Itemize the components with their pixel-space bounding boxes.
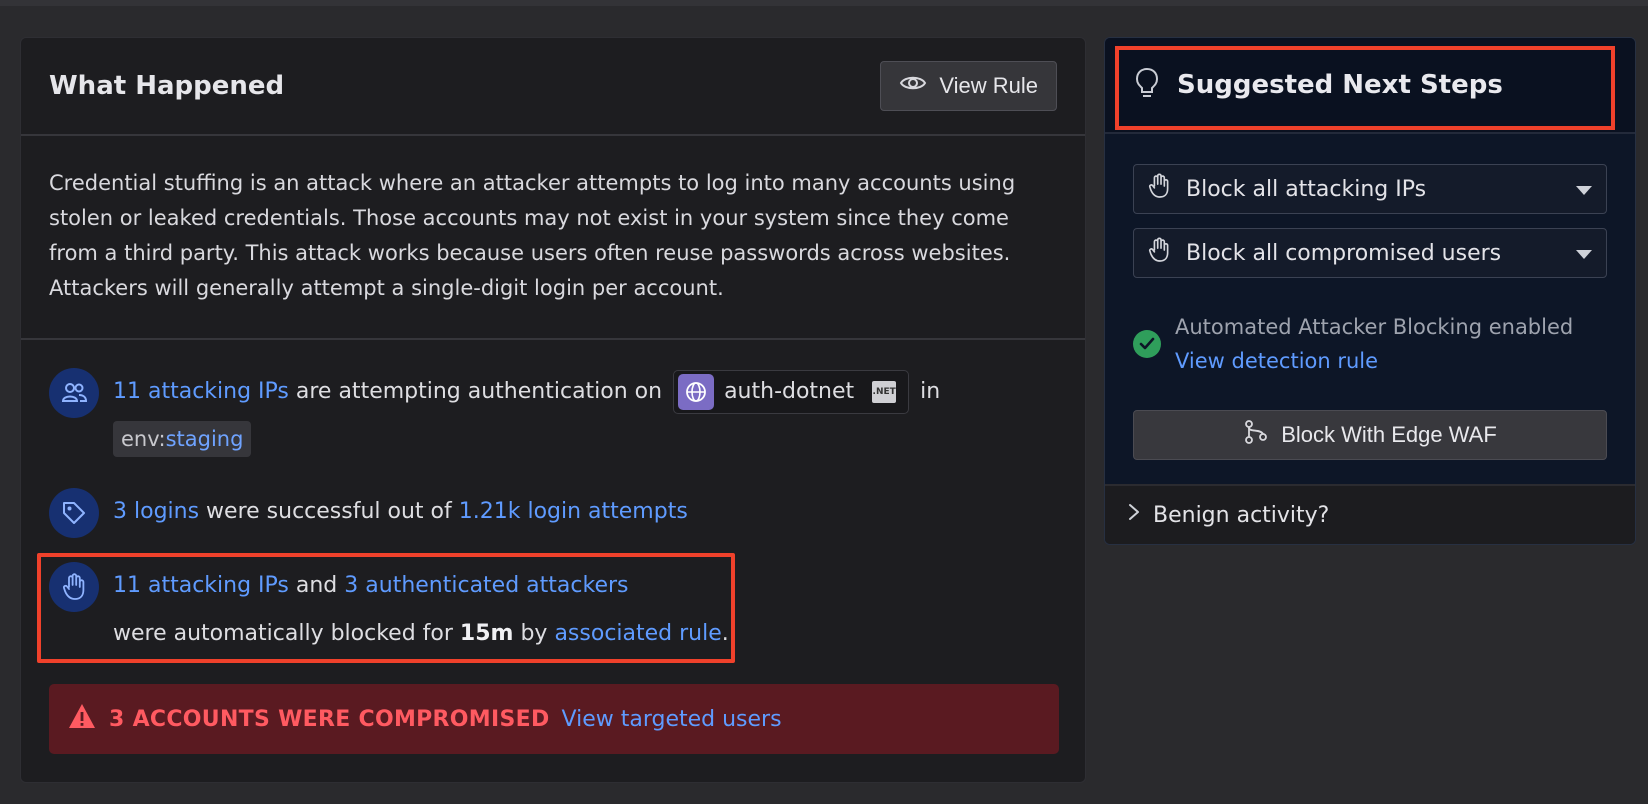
- next-steps-title: Suggested Next Steps: [1177, 70, 1503, 100]
- block-users-select[interactable]: Block all compromised users: [1133, 228, 1607, 278]
- block-duration: 15m: [459, 621, 514, 646]
- fact-logins: 3 logins were successful out of 1.21k lo…: [49, 488, 1057, 538]
- what-happened-title: What Happened: [49, 71, 285, 101]
- fact-blocked: 11 attacking IPs and 3 authenticated att…: [49, 562, 1057, 658]
- benign-activity-toggle[interactable]: Benign activity?: [1105, 484, 1635, 544]
- fact3-text-and: and: [288, 573, 345, 598]
- tag-icon: [49, 488, 99, 538]
- fact1-text-in: in: [913, 379, 941, 404]
- users-icon: [49, 368, 99, 418]
- attack-facts: 11 attacking IPs are attempting authenti…: [21, 340, 1085, 658]
- next-steps-body: Block all attacking IPs Block all compro…: [1105, 134, 1635, 460]
- dotnet-badge: .NET: [872, 381, 897, 403]
- fact3-text-by: by: [513, 621, 555, 646]
- hand-icon: [1148, 173, 1170, 205]
- top-strip: [0, 0, 1648, 6]
- caret-down-icon: [1576, 186, 1592, 195]
- suggested-next-steps-panel: Suggested Next Steps Block all attacking…: [1104, 37, 1636, 545]
- block-with-edge-waf-button[interactable]: Block With Edge WAF: [1133, 410, 1607, 460]
- view-rule-button[interactable]: View Rule: [880, 61, 1057, 111]
- attacking-ips-link[interactable]: 11 attacking IPs: [113, 379, 289, 404]
- warning-icon: [67, 702, 97, 736]
- login-attempts-link[interactable]: 1.21k login attempts: [459, 499, 688, 524]
- block-ips-label: Block all attacking IPs: [1186, 176, 1427, 202]
- fact3-text-blocked: were automatically blocked for: [113, 621, 460, 646]
- compromised-alert-text: 3 ACCOUNTS WERE COMPROMISED: [109, 706, 550, 732]
- attack-description: Credential stuffing is an attack where a…: [21, 136, 1085, 340]
- block-with-edge-waf-label: Block With Edge WAF: [1281, 422, 1497, 447]
- benign-activity-label: Benign activity?: [1153, 502, 1330, 528]
- compromised-alert: 3 ACCOUNTS WERE COMPROMISED View targete…: [49, 684, 1059, 754]
- service-chip[interactable]: auth-dotnet .NET: [673, 370, 910, 414]
- blocked-attacking-ips-link[interactable]: 11 attacking IPs: [113, 573, 289, 598]
- env-tag[interactable]: env:staging: [113, 421, 252, 457]
- auto-blocking-text: Automated Attacker Blocking enabled View…: [1175, 310, 1573, 378]
- block-users-label: Block all compromised users: [1186, 240, 1502, 266]
- lightbulb-icon: [1135, 67, 1159, 103]
- auto-blocking-status: Automated Attacker Blocking enabled View…: [1133, 310, 1607, 378]
- hand-icon: [1148, 237, 1170, 269]
- fact-blocked-text: 11 attacking IPs and 3 authenticated att…: [113, 562, 729, 658]
- hand-icon: [49, 562, 99, 612]
- check-icon: [1133, 330, 1161, 358]
- fact-attacking-ips: 11 attacking IPs are attempting authenti…: [49, 368, 1057, 464]
- view-targeted-users-link[interactable]: View targeted users: [562, 707, 782, 732]
- view-detection-rule-link[interactable]: View detection rule: [1175, 349, 1378, 373]
- env-value: staging: [165, 427, 244, 451]
- env-key: env:: [121, 427, 166, 451]
- fact3-text-end: .: [721, 621, 729, 646]
- fact1-text-mid: are attempting authentication on: [288, 379, 670, 404]
- what-happened-header: What Happened View Rule: [21, 38, 1085, 136]
- view-rule-label: View Rule: [939, 73, 1038, 98]
- globe-icon: [678, 374, 715, 410]
- block-ips-select[interactable]: Block all attacking IPs: [1133, 164, 1607, 214]
- associated-rule-link[interactable]: associated rule: [554, 621, 721, 646]
- fact-attacking-ips-text: 11 attacking IPs are attempting authenti…: [113, 368, 940, 464]
- successful-logins-link[interactable]: 3 logins: [113, 499, 199, 524]
- service-name: auth-dotnet: [724, 379, 855, 404]
- git-branch-icon: [1243, 419, 1269, 451]
- chevron-right-icon: [1127, 502, 1141, 528]
- fact-logins-text: 3 logins were successful out of 1.21k lo…: [113, 488, 688, 536]
- what-happened-panel: What Happened View Rule Credential stuff…: [20, 37, 1086, 783]
- authenticated-attackers-link[interactable]: 3 authenticated attackers: [344, 573, 628, 598]
- auto-blocking-label: Automated Attacker Blocking enabled: [1175, 315, 1574, 339]
- fact2-text-mid: were successful out of: [199, 499, 459, 524]
- eye-icon: [899, 73, 927, 99]
- caret-down-icon: [1576, 250, 1592, 259]
- next-steps-header: Suggested Next Steps: [1105, 38, 1635, 134]
